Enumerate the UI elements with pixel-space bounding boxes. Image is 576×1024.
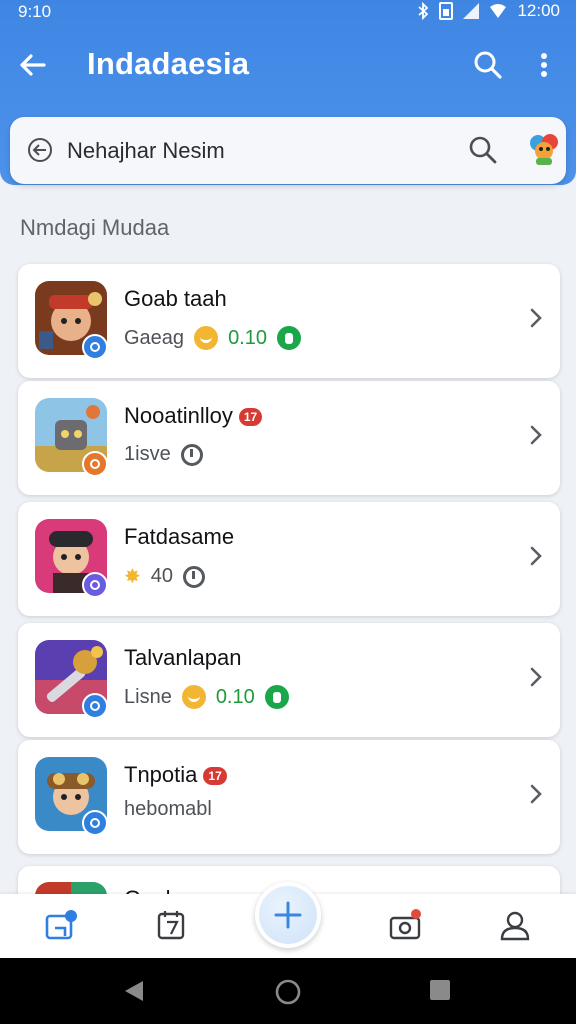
platform-badge-icon xyxy=(82,693,108,719)
coin-icon xyxy=(181,685,206,709)
hot-badge: 17 xyxy=(238,408,263,427)
meta-label: 1isve xyxy=(124,443,171,465)
status-bar: 9:10 12:00 xyxy=(0,0,576,24)
chevron-right-icon[interactable] xyxy=(526,544,546,568)
meta-label: Lisne xyxy=(124,685,172,708)
camera-icon[interactable] xyxy=(388,908,422,942)
home-icon[interactable] xyxy=(43,908,77,942)
list-item[interactable]: Talvanlapan Lisne 0.10 xyxy=(18,623,560,737)
search-icon[interactable] xyxy=(471,48,505,82)
list-item[interactable]: Goab taah Gaeag 0.10 xyxy=(18,264,560,378)
hot-badge: 17 xyxy=(203,767,227,786)
app-name: Tnpotia 17 xyxy=(124,762,227,788)
app-name: Talvanlapan xyxy=(124,645,242,670)
app-meta: hebomabl xyxy=(124,798,212,821)
battery-icon xyxy=(439,2,454,20)
app-name-text: Tnpotia xyxy=(124,762,198,787)
app-name: Goab taah xyxy=(124,286,227,311)
chevron-right-icon[interactable] xyxy=(526,306,546,330)
platform-badge-icon xyxy=(82,572,108,598)
chevron-right-icon[interactable] xyxy=(526,423,546,447)
chevron-right-icon[interactable] xyxy=(526,782,546,806)
platform-badge-icon xyxy=(82,810,108,836)
star-icon: ✸ xyxy=(124,566,141,588)
meta-label: Gaeag xyxy=(124,326,185,349)
app-meta: Lisne 0.10 xyxy=(124,685,289,709)
clock-icon xyxy=(180,443,203,466)
search-field[interactable]: Nehajhar Nesim xyxy=(10,117,566,184)
add-button[interactable] xyxy=(255,882,321,948)
meta-label: hebomabl xyxy=(124,798,212,820)
green-chip-icon xyxy=(277,326,301,350)
platform-badge-icon xyxy=(82,451,108,477)
calendar-icon[interactable] xyxy=(155,908,189,942)
app-meta: Gaeag 0.10 xyxy=(124,326,301,350)
list-item[interactable]: Tnpotia 17 hebomabl xyxy=(18,740,560,854)
back-arrow-icon[interactable] xyxy=(16,48,50,82)
system-navigation-bar xyxy=(0,958,576,1024)
mascot-avatar-icon[interactable] xyxy=(526,131,562,167)
meta-label: 40 xyxy=(150,565,174,587)
app-name-text: Nooatinlloy xyxy=(124,403,233,428)
coin-icon xyxy=(194,326,219,350)
chevron-right-icon[interactable] xyxy=(526,665,546,689)
page-title: Indadaesia xyxy=(87,46,250,81)
more-vert-icon[interactable] xyxy=(530,48,558,82)
section-title: Nmdagi Mudaa xyxy=(20,215,170,240)
recents-nav-icon[interactable] xyxy=(428,978,452,1002)
search-icon[interactable] xyxy=(467,134,499,166)
price: 0.10 xyxy=(215,685,255,708)
platform-badge-icon xyxy=(82,334,108,360)
price: 0.10 xyxy=(228,326,267,349)
signal-icon xyxy=(463,3,480,19)
app-name: Fatdasame xyxy=(124,524,235,549)
status-icons: 12:00 xyxy=(417,1,560,21)
green-chip-icon xyxy=(264,685,289,709)
bluetooth-icon xyxy=(418,2,429,20)
profile-icon[interactable] xyxy=(498,908,532,942)
app-name: Nooatinlloy 17 xyxy=(124,403,263,429)
wifi-icon xyxy=(490,4,507,18)
search-back-icon[interactable] xyxy=(26,136,54,164)
clock-icon xyxy=(183,565,206,588)
app-meta: ✸ 40 xyxy=(124,564,206,589)
status-time: 9:10 xyxy=(18,2,52,21)
app-meta: 1isve xyxy=(124,443,203,466)
status-clock: 12:00 xyxy=(517,1,560,20)
search-input[interactable]: Nehajhar Nesim xyxy=(67,138,225,164)
add-icon xyxy=(259,886,317,944)
list-item[interactable]: Nooatinlloy 17 1isve xyxy=(18,381,560,495)
home-nav-icon[interactable] xyxy=(274,978,302,1006)
list-item[interactable]: Fatdasame ✸ 40 xyxy=(18,502,560,616)
back-nav-icon[interactable] xyxy=(121,978,147,1004)
